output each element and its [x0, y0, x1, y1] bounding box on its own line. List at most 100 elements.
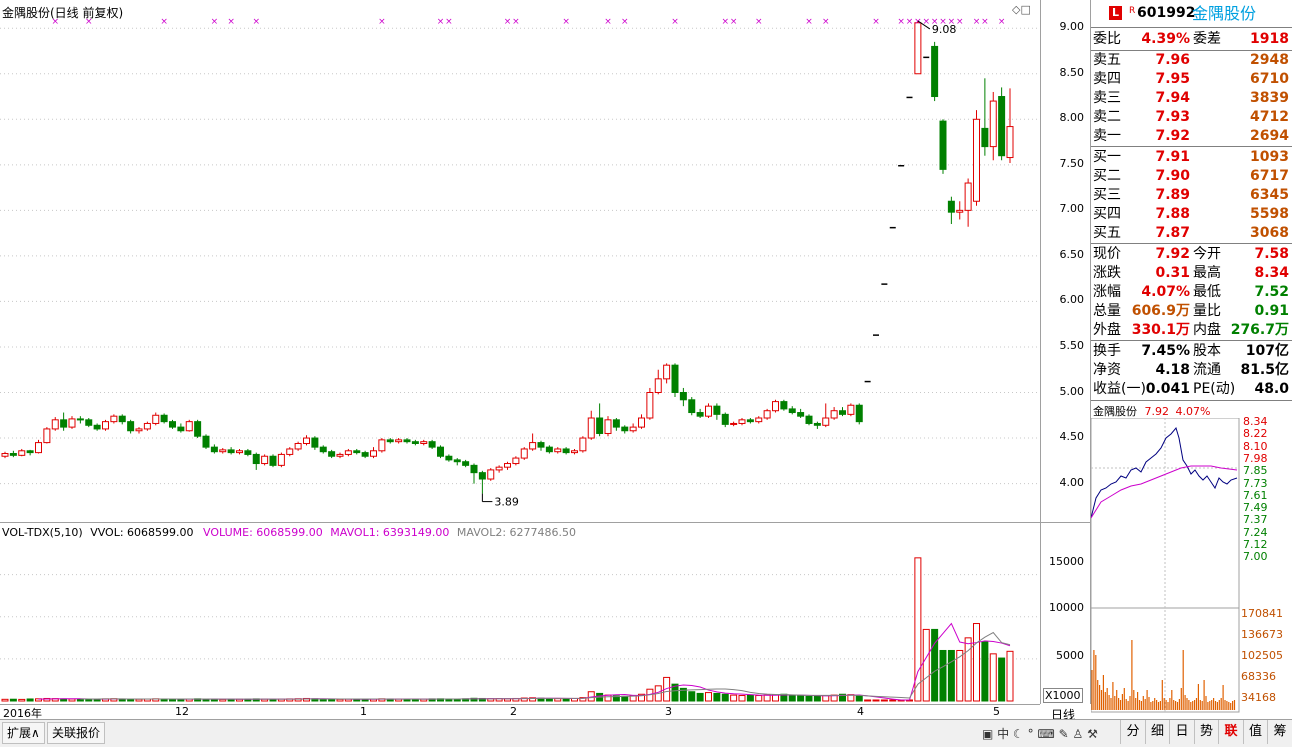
grid-icon[interactable]: ▣: [982, 727, 993, 741]
keyboard-icon[interactable]: ⌨: [1037, 727, 1054, 741]
ask-label: 卖二: [1093, 109, 1121, 125]
bid-row[interactable]: 买二 7.90 6717: [1091, 167, 1292, 186]
candle: [688, 397, 696, 416]
candle-body-down: [428, 441, 436, 448]
candle-body-down: [612, 419, 620, 428]
candle: [956, 201, 964, 220]
dot-icon[interactable]: °: [1028, 727, 1034, 741]
candle-body-down: [437, 446, 444, 457]
bid-row[interactable]: 买三 7.89 6345: [1091, 186, 1292, 205]
candle: [51, 417, 59, 431]
right-tab[interactable]: 值: [1242, 720, 1268, 744]
candle-body-up: [236, 450, 243, 454]
bid-row[interactable]: 买五 7.87 3068: [1091, 224, 1292, 243]
bid-row[interactable]: 买一 7.91 1093: [1091, 148, 1292, 167]
stat-value: 4.07%: [1141, 284, 1190, 300]
price-axis: 9.00 8.50 8.00 7.50 7.00 6.50 6.00 5.50 5.00 4.50…: [1041, 0, 1091, 722]
bid-volume: 5598: [1250, 206, 1289, 222]
signal-star-mark: ×: [378, 17, 386, 27]
candle: [612, 418, 620, 431]
candle-body-up: [1, 453, 9, 457]
signal-star-mark: ×: [872, 17, 880, 27]
candle: [428, 439, 436, 449]
volume-bar-up: [864, 699, 872, 702]
right-tab[interactable]: 日: [1169, 720, 1194, 744]
candle-body-down: [311, 437, 319, 448]
volume-bar-down: [621, 695, 629, 702]
candle: [244, 448, 252, 457]
candle-body-up: [277, 453, 285, 466]
mini-pct: 4.07%: [1175, 405, 1211, 418]
moon-icon[interactable]: ☾: [1013, 727, 1024, 741]
candle-body-up: [638, 417, 645, 428]
mini-price-axis-label: 7.49: [1243, 501, 1268, 515]
candle-body-up: [43, 428, 51, 444]
signal-star-mark: ×: [437, 17, 445, 27]
signal-star-mark: ×: [604, 17, 612, 27]
candle: [797, 408, 805, 418]
bid-row[interactable]: 买四 7.88 5598: [1091, 205, 1292, 224]
candle: [135, 427, 143, 434]
wrench-icon[interactable]: ⚒: [1087, 727, 1098, 741]
signal-star-mark: ×: [227, 17, 235, 27]
candle: [579, 436, 587, 453]
right-tab[interactable]: 筹: [1267, 720, 1292, 744]
ask-volume: 4712: [1250, 109, 1289, 125]
candle-body-up: [763, 410, 771, 419]
candle-body-up: [378, 439, 386, 452]
price-axis-label: 4.00: [1059, 475, 1085, 489]
candle-body-up: [110, 415, 118, 423]
stat-value-2: 276.7万: [1230, 322, 1289, 338]
bid-price: 7.88: [1155, 206, 1190, 222]
volume-bar-down: [939, 649, 947, 702]
candle-body-down: [252, 453, 260, 465]
candle: [169, 419, 176, 429]
ask-row[interactable]: 卖三 7.94 3839: [1091, 89, 1292, 108]
right-tab[interactable]: 细: [1144, 720, 1170, 744]
candle: [587, 410, 595, 440]
stat-label-2: 最低: [1193, 284, 1221, 300]
mini-price-axis-label: 7.85: [1243, 464, 1268, 478]
candle: [947, 196, 955, 225]
candle: [252, 452, 260, 470]
candle-body-up: [654, 378, 662, 394]
tab-related-quotes[interactable]: 关联报价: [47, 722, 106, 744]
ask-row[interactable]: 卖二 7.93 4712: [1091, 108, 1292, 127]
price-axis-label: 6.00: [1059, 293, 1085, 307]
candle-body-down: [947, 200, 955, 213]
candle-body-down: [746, 419, 754, 423]
ask-row[interactable]: 卖五 7.96 2948: [1091, 51, 1292, 70]
mini-vol-axis-label: 170841: [1241, 607, 1283, 620]
right-tab[interactable]: 联: [1218, 720, 1243, 744]
ask-row[interactable]: 卖一 7.92 2694: [1091, 127, 1292, 146]
stat-label: 涨幅: [1093, 284, 1121, 300]
volume-bar-down: [855, 695, 863, 702]
candle: [705, 403, 712, 418]
right-tab[interactable]: 分: [1120, 720, 1145, 744]
signal-star-mark: ×: [922, 17, 930, 27]
right-tab[interactable]: 势: [1193, 720, 1219, 744]
toolbar-icons[interactable]: ▣ 中 ☾ ° ⌨ ✎ ♙ ⚒: [982, 725, 1098, 742]
webi-row: 委比 4.39% 委差 1918: [1091, 30, 1292, 49]
candle-body-up: [185, 421, 193, 432]
pen-icon[interactable]: ✎: [1059, 727, 1069, 741]
candle-body-down: [453, 459, 461, 463]
candle: [998, 87, 1006, 161]
candle-body-down: [780, 401, 788, 410]
candle: [319, 445, 327, 454]
bid-volume: 6717: [1250, 168, 1289, 184]
price-axis-divider: [1041, 522, 1090, 523]
ask-row[interactable]: 卖四 7.95 6710: [1091, 70, 1292, 89]
person-icon[interactable]: ♙: [1072, 727, 1083, 741]
stock-code: 601992: [1137, 5, 1196, 21]
volume-unit: X1000: [1043, 688, 1083, 703]
kline-chart-panel[interactable]: 金隅股份(日线 前复权) ◇□ × × × × × × × × × × × × × × × × × × × × × × × ×…: [0, 0, 1041, 705]
candle: [386, 438, 394, 444]
volume-bar-up: [1, 698, 9, 702]
candle: [504, 461, 511, 470]
tab-expand[interactable]: 扩展∧: [2, 722, 45, 744]
webi-value: 4.39%: [1141, 31, 1190, 47]
candle-body-up: [18, 450, 26, 456]
chinese-input-icon[interactable]: 中: [997, 727, 1009, 741]
level-badge: L: [1109, 6, 1122, 20]
